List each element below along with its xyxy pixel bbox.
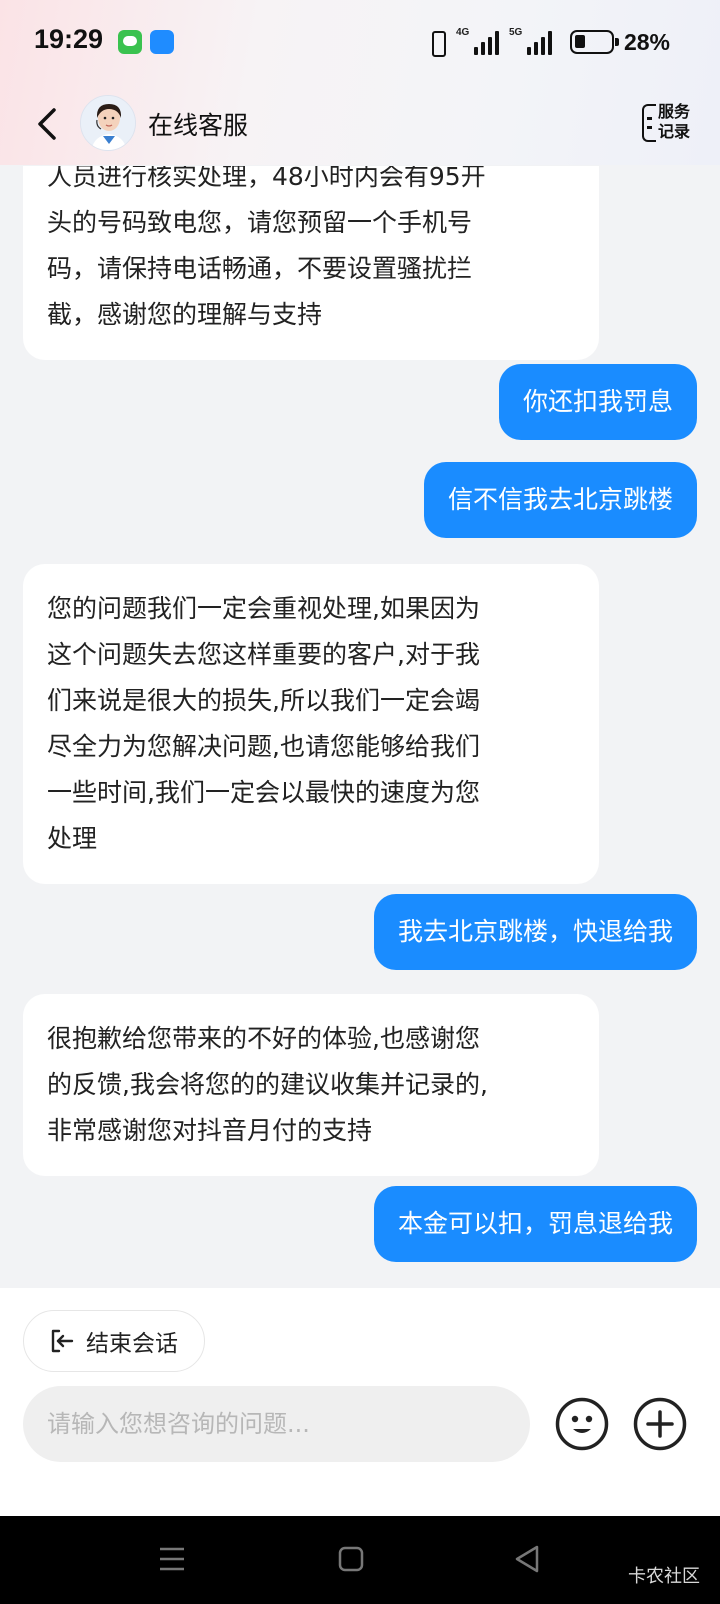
message-line: 您的问题我们一定会重视处理,如果因为 [47,594,480,623]
message-line: 处理 [47,824,98,853]
message-line: 码，请保持电话畅通，不要设置骚扰拦 [47,254,473,283]
recent-apps-button[interactable] [158,1546,186,1572]
battery-percent: 28% [623,28,670,55]
agent-message: 人员进行核实处理，48小时内会有95开 头的号码致电您，请您预留一个手机号 码，… [23,166,599,360]
status-bar: 19:29 4G 5G 28% [0,0,720,84]
service-record-label: 记录 [658,122,691,141]
message-text: 你还扣我罚息 [522,387,673,416]
service-record-label: 服务 [658,102,691,121]
menu-icon [160,1547,184,1571]
chat-input-area: 结束会话 [0,1288,720,1516]
back-button[interactable] [30,102,66,146]
agent-avatar [80,95,136,151]
emoji-button[interactable] [554,1396,610,1452]
user-message: 信不信我去北京跳楼 [423,462,697,538]
message-line: 们来说是很大的损失,所以我们一定会竭 [47,686,480,715]
network-type-label: 5G [508,27,523,38]
message-text: 信不信我去北京跳楼 [447,485,673,514]
message-text: 我去北京跳楼，快退给我 [397,917,673,946]
user-message: 本金可以扣，罚息退给我 [373,1186,697,1262]
signal-icon-5g: 5G [508,27,552,55]
message-line: 头的号码致电您，请您预留一个手机号 [47,208,473,237]
system-nav-bar: 卡农社区 [0,1516,720,1604]
message-text: 本金可以扣，罚息退给我 [397,1209,673,1238]
square-icon [338,1546,364,1572]
end-chat-button[interactable]: 结束会话 [23,1310,205,1372]
message-input[interactable] [23,1386,530,1462]
message-line: 人员进行核实处理，48小时内会有95开 [47,166,486,191]
message-notification-icon [118,30,142,54]
chat-message-list[interactable]: 人员进行核实处理，48小时内会有95开 头的号码致电您，请您预留一个手机号 码，… [0,166,720,1288]
message-line: 一些时间,我们一定会以最快的速度为您 [47,778,480,807]
page-title: 在线客服 [148,111,249,140]
message-line: 非常感谢您对抖音月付的支持 [47,1116,373,1145]
user-message: 我去北京跳楼，快退给我 [373,894,697,970]
exit-icon [51,1329,74,1353]
message-line: 很抱歉给您带来的不好的体验,也感谢您 [47,1024,480,1053]
app-notification-icon [150,30,174,54]
plus-icon [633,1397,687,1451]
smiley-icon [555,1397,609,1451]
system-back-button[interactable] [514,1544,540,1574]
home-button[interactable] [338,1546,364,1572]
message-line: 截，感谢您的理解与支持 [47,300,323,329]
user-message: 你还扣我罚息 [498,364,697,440]
chat-header: 在线客服 服务 记录 [0,84,720,166]
watermark: 卡农社区 [628,1566,700,1587]
more-options-button[interactable] [632,1396,688,1452]
agent-message: 很抱歉给您带来的不好的体验,也感谢您 的反馈,我会将您的的建议收集并记录的, 非… [23,994,599,1176]
battery-icon [569,30,619,54]
message-line: 尽全力为您解决问题,也请您能够给我们 [47,732,480,761]
vibrate-icon [428,29,446,57]
record-icon [642,104,656,142]
end-chat-label: 结束会话 [86,1331,178,1357]
signal-icon-4g: 4G [455,27,499,55]
chevron-left-icon [38,108,56,140]
agent-message: 您的问题我们一定会重视处理,如果因为 这个问题失去您这样重要的客户,对于我 们来… [23,564,599,884]
service-record-button[interactable]: 服务 记录 [642,102,692,146]
message-line: 的反馈,我会将您的的建议收集并记录的, [47,1070,488,1099]
status-time: 19:29 [34,24,104,54]
triangle-back-icon [515,1545,539,1573]
network-type-label: 4G [455,27,470,38]
message-line: 这个问题失去您这样重要的客户,对于我 [47,640,480,669]
